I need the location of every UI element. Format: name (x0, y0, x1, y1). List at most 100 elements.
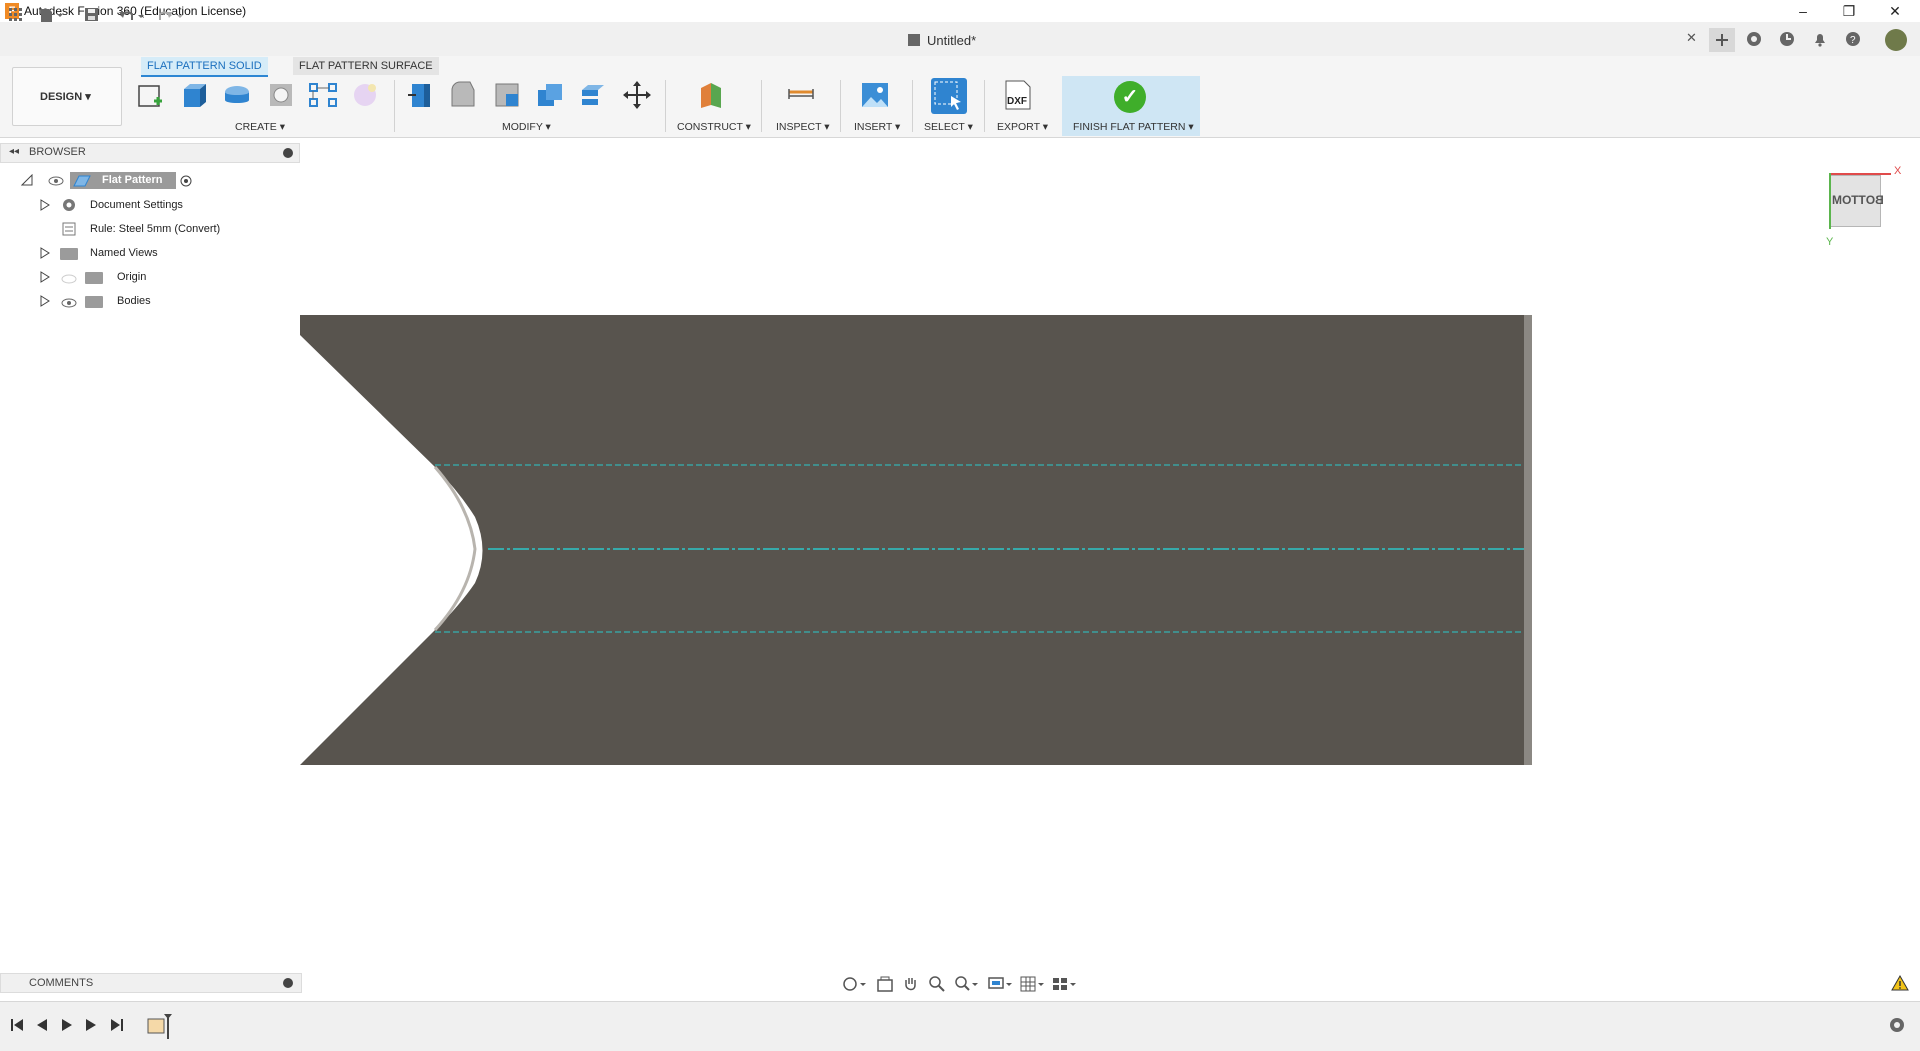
look-at-icon[interactable] (876, 975, 894, 996)
browser-item-named-views[interactable]: Named Views (90, 247, 158, 259)
pattern-icon[interactable] (308, 80, 338, 110)
select-icon[interactable] (931, 78, 967, 114)
save-icon[interactable] (85, 8, 99, 26)
flange-edge (1524, 315, 1532, 765)
create-group-label[interactable]: CREATE ▾ (235, 121, 285, 133)
extensions-icon[interactable] (1746, 31, 1762, 50)
viewcube-y-label: Y (1826, 236, 1834, 248)
revolve-icon[interactable] (222, 80, 252, 110)
fit-zoom-icon[interactable] (954, 975, 980, 996)
move-copy-icon[interactable] (622, 80, 652, 110)
ribbon-divider (665, 80, 666, 132)
viewports-icon[interactable] (1052, 975, 1078, 996)
select-group-label[interactable]: SELECT ▾ (924, 121, 973, 133)
create-sketch-icon[interactable] (136, 80, 166, 110)
activate-radio-icon[interactable] (180, 175, 192, 190)
help-icon[interactable]: ? (1845, 31, 1861, 50)
file-menu-icon[interactable] (40, 8, 66, 26)
ribbon-divider (912, 80, 913, 132)
go-to-start-icon[interactable] (10, 1018, 24, 1035)
collapse-panel-icon[interactable]: ◂◂ (9, 146, 19, 157)
step-back-icon[interactable] (35, 1018, 49, 1035)
browser-pin-icon[interactable] (283, 148, 293, 158)
folder-icon (85, 296, 103, 308)
expand-arrow-icon[interactable] (40, 295, 50, 310)
fillet-icon[interactable] (448, 80, 478, 110)
new-tab-button[interactable] (1709, 28, 1735, 52)
create-form-icon[interactable] (350, 80, 380, 110)
export-dxf-icon[interactable]: DXF (1004, 80, 1034, 110)
flat-pattern-icon (73, 174, 91, 191)
chamfer-icon[interactable] (492, 80, 522, 110)
measure-icon[interactable] (786, 80, 816, 110)
collapse-root-icon[interactable] (20, 173, 33, 189)
browser-item-bodies[interactable]: Bodies (117, 295, 151, 307)
visibility-eye-icon[interactable] (48, 175, 64, 189)
flat-pattern-canvas[interactable] (0, 137, 1920, 977)
canvas-viewport[interactable] (0, 137, 1920, 977)
combine-icon[interactable] (535, 80, 565, 110)
export-group-label[interactable]: EXPORT ▾ (997, 121, 1048, 133)
timeline-bar (0, 1001, 1920, 1051)
close-document-icon[interactable]: ✕ (1686, 30, 1697, 48)
browser-item-sheet-metal-rule[interactable]: Rule: Steel 5mm (Convert) (90, 223, 220, 235)
shell-icon[interactable] (266, 80, 296, 110)
tab-flat-pattern-solid[interactable]: FLAT PATTERN SOLID (141, 57, 268, 77)
step-forward-icon[interactable] (84, 1018, 98, 1035)
insert-image-icon[interactable] (860, 80, 890, 110)
user-avatar[interactable] (1885, 29, 1907, 51)
pan-hand-icon[interactable] (902, 975, 920, 996)
document-title-tab[interactable]: Untitled* (927, 33, 976, 48)
browser-item-document-settings[interactable]: Document Settings (90, 199, 183, 211)
expand-arrow-icon[interactable] (40, 247, 50, 262)
timeline-flat-pattern-feature-icon[interactable] (146, 1013, 172, 1042)
viewcube-x-label: X (1894, 165, 1902, 177)
notifications-bell-icon[interactable] (1812, 31, 1828, 50)
finish-flat-pattern-label[interactable]: FINISH FLAT PATTERN ▾ (1073, 121, 1194, 133)
browser-title: BROWSER (29, 146, 86, 158)
viewcube-x-axis (1829, 173, 1891, 175)
comments-title: COMMENTS (29, 977, 94, 989)
redo-icon[interactable] (158, 8, 188, 26)
construct-group-label[interactable]: CONSTRUCT ▾ (677, 121, 751, 133)
job-status-icon[interactable] (1779, 31, 1795, 50)
viewcube-y-axis (1829, 173, 1831, 229)
play-icon[interactable] (60, 1018, 74, 1035)
tab-flat-pattern-surface[interactable]: FLAT PATTERN SURFACE (293, 57, 439, 75)
flat-pattern-body[interactable] (300, 315, 1532, 765)
display-settings-icon[interactable] (988, 975, 1014, 996)
go-to-end-icon[interactable] (110, 1018, 124, 1035)
offset-face-icon[interactable] (578, 80, 608, 110)
close-window-button[interactable]: ✕ (1872, 0, 1918, 22)
minimize-button[interactable]: – (1780, 0, 1826, 22)
undo-icon[interactable] (118, 8, 148, 26)
insert-group-label[interactable]: INSERT ▾ (854, 121, 900, 133)
folder-icon (60, 248, 78, 260)
visibility-eye-icon[interactable] (61, 297, 77, 311)
extrude-icon[interactable] (180, 80, 210, 110)
sheet-metal-rule-icon (62, 222, 76, 239)
gear-icon (62, 198, 76, 215)
ribbon-divider (394, 80, 395, 132)
workspace-label: DESIGN ▾ (40, 91, 91, 103)
ribbon-divider (761, 80, 762, 132)
visibility-hidden-eye-icon[interactable] (61, 273, 77, 287)
add-comment-icon[interactable] (283, 978, 293, 988)
zoom-icon[interactable] (928, 975, 946, 996)
warning-icon[interactable] (1891, 974, 1909, 994)
restore-button[interactable]: ❐ (1826, 0, 1872, 22)
press-pull-icon[interactable] (406, 80, 436, 110)
construct-plane-icon[interactable] (697, 80, 727, 110)
modify-group-label[interactable]: MODIFY ▾ (502, 121, 551, 133)
app-grid-icon[interactable] (9, 8, 23, 26)
grid-settings-icon[interactable] (1020, 975, 1046, 996)
expand-arrow-icon[interactable] (40, 271, 50, 286)
browser-item-origin[interactable]: Origin (117, 271, 146, 283)
browser-item-label: Flat Pattern (102, 174, 163, 186)
document-cube-icon (908, 34, 920, 46)
orbit-icon[interactable] (842, 975, 868, 996)
timeline-settings-gear-icon[interactable] (1888, 1016, 1906, 1037)
expand-arrow-icon[interactable] (40, 199, 50, 214)
viewcube-face-label: BOTTOM (1832, 193, 1884, 207)
inspect-group-label[interactable]: INSPECT ▾ (776, 121, 830, 133)
